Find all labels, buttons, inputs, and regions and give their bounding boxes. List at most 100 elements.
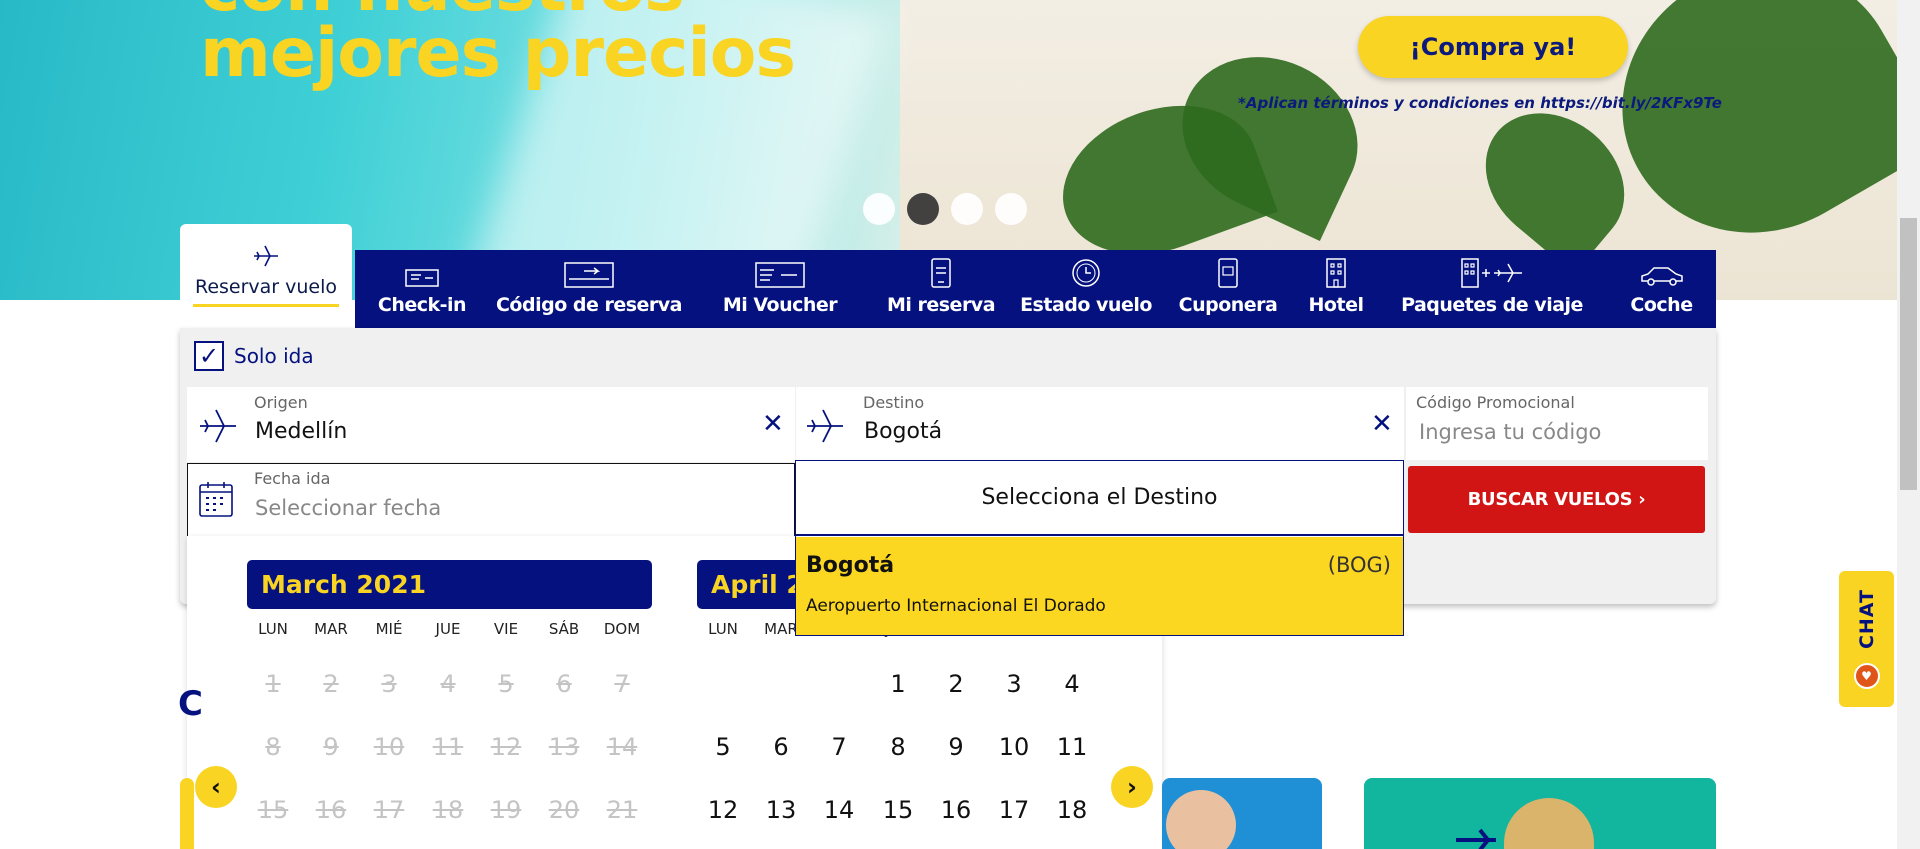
departure-date-field[interactable]: Fecha ida Seleccionar fecha xyxy=(187,463,795,538)
scrollbar-thumb[interactable] xyxy=(1900,218,1917,490)
tab-estado-vuelo[interactable]: Estado vuelo xyxy=(1011,250,1161,328)
calendar-day[interactable]: 10 xyxy=(990,733,1038,761)
calendar-day[interactable]: 2 xyxy=(932,670,980,698)
search-flights-button[interactable]: BUSCAR VUELOS › xyxy=(1408,466,1705,533)
calendar-icon xyxy=(199,482,233,517)
calendar-day[interactable]: 4 xyxy=(1048,670,1096,698)
calendar-day-disabled: 18 xyxy=(432,796,464,824)
solo-ida-checkbox[interactable]: ✓ xyxy=(194,341,224,371)
buy-now-button[interactable]: ¡Compra ya! xyxy=(1358,16,1628,78)
tab-label: Reservar vuelo xyxy=(194,276,338,298)
tab-codigo-reserva[interactable]: Código de reserva xyxy=(489,250,689,328)
calendar-day[interactable]: 9 xyxy=(932,733,980,761)
weekday-label: MIÉ xyxy=(375,620,403,638)
destination-field[interactable]: Destino Bogotá ✕ xyxy=(796,387,1404,460)
calendar-day[interactable]: 13 xyxy=(757,796,805,824)
voucher-icon xyxy=(755,262,805,288)
hotel-plus-plane-icon xyxy=(1461,258,1522,288)
calendar-day-disabled: 21 xyxy=(606,796,638,824)
calendar-day[interactable]: 1 xyxy=(874,670,922,698)
clear-origin-icon[interactable]: ✕ xyxy=(762,409,784,439)
promo-card-blue[interactable] xyxy=(1162,778,1322,849)
calendar-day-disabled: 14 xyxy=(606,733,638,761)
tab-check-in[interactable]: Check-in xyxy=(355,250,489,328)
calendar-day[interactable]: 18 xyxy=(1048,796,1096,824)
tab-label: Mi reserva xyxy=(886,294,996,316)
plane-icon xyxy=(807,409,843,443)
calendar-day[interactable]: 11 xyxy=(1048,733,1096,761)
carousel-dot[interactable] xyxy=(995,193,1027,225)
calendar-day-disabled: 11 xyxy=(432,733,464,761)
calendar-day-disabled: 12 xyxy=(490,733,522,761)
tab-paquetes-viaje[interactable]: Paquetes de viaje xyxy=(1377,250,1607,328)
calendar-day[interactable]: 7 xyxy=(815,733,863,761)
calendar-day[interactable]: 8 xyxy=(874,733,922,761)
destination-value: Bogotá xyxy=(864,419,943,444)
origin-value: Medellín xyxy=(255,419,348,444)
promo-code-input[interactable]: Ingresa tu código xyxy=(1419,420,1601,444)
destination-label: Destino xyxy=(863,393,925,412)
prev-month-button[interactable]: ‹ xyxy=(195,766,237,808)
section-heading: C xyxy=(178,684,203,724)
carousel-dot[interactable] xyxy=(863,193,895,225)
carousel-dot-active[interactable] xyxy=(907,193,939,225)
option-airport: Aeropuerto Internacional El Dorado xyxy=(806,596,1106,616)
promo-code-field[interactable]: Código Promocional Ingresa tu código xyxy=(1406,387,1708,460)
calendar-day[interactable]: 6 xyxy=(757,733,805,761)
calendar-day-disabled: 2 xyxy=(323,670,339,698)
origin-field[interactable]: Origen Medellín ✕ xyxy=(187,387,795,462)
weekday-label: LUN xyxy=(708,620,738,638)
calendar-day[interactable]: 16 xyxy=(932,796,980,824)
tab-label: Estado vuelo xyxy=(1020,294,1152,316)
tab-coche[interactable]: Coche xyxy=(1607,250,1716,328)
calendar-day[interactable]: 12 xyxy=(699,796,747,824)
month-header-march: March 2021 xyxy=(247,560,652,609)
destination-option-bogota[interactable]: Bogotá (BOG) Aeropuerto Internacional El… xyxy=(796,537,1403,635)
hero-title-line2: mejores precios xyxy=(200,14,796,93)
date-input[interactable]: Seleccionar fecha xyxy=(255,496,441,520)
plane-icon xyxy=(254,245,278,267)
calendar-day-disabled: 10 xyxy=(373,733,405,761)
tab-cuponera[interactable]: Cuponera xyxy=(1161,250,1295,328)
tab-label: Código de reserva xyxy=(495,294,683,316)
option-city: Bogotá xyxy=(806,553,895,578)
calendar-day[interactable]: 15 xyxy=(874,796,922,824)
date-label: Fecha ida xyxy=(254,469,331,488)
weekday-label: SÁB xyxy=(548,620,580,638)
tab-reservar-vuelo[interactable]: Reservar vuelo xyxy=(180,224,352,328)
weekday-label: VIE xyxy=(493,620,519,638)
promo-card-teal[interactable] xyxy=(1364,778,1716,849)
origin-label: Origen xyxy=(254,393,308,412)
tab-mi-voucher[interactable]: Mi Voucher xyxy=(689,250,871,328)
tab-label: Mi Voucher xyxy=(722,294,838,316)
dropdown-header: Selecciona el Destino xyxy=(796,461,1403,536)
tab-label: Check-in xyxy=(377,294,467,316)
tab-mi-reserva[interactable]: Mi reserva xyxy=(871,250,1011,328)
tab-hotel[interactable]: Hotel xyxy=(1295,250,1377,328)
carousel-dot[interactable] xyxy=(951,193,983,225)
next-month-button[interactable]: › xyxy=(1111,766,1153,808)
calendar-day-disabled: 6 xyxy=(556,670,572,698)
tab-label: Paquetes de viaje xyxy=(1401,294,1583,316)
promo-code-label: Código Promocional xyxy=(1416,393,1575,412)
solo-ida-option[interactable]: ✓ Solo ida xyxy=(194,341,314,371)
weekday-label: DOM xyxy=(603,620,641,638)
calendar-day[interactable]: 14 xyxy=(815,796,863,824)
calendar-day[interactable]: 3 xyxy=(990,670,1038,698)
coupon-phone-icon xyxy=(1218,258,1238,288)
tab-label: Cuponera xyxy=(1178,294,1278,316)
clear-destination-icon[interactable]: ✕ xyxy=(1371,409,1393,439)
tab-label: Coche xyxy=(1630,294,1693,316)
calendar-day-disabled: 3 xyxy=(381,670,397,698)
calendar-day-disabled: 15 xyxy=(257,796,289,824)
calendar-day-disabled: 5 xyxy=(498,670,514,698)
calendar-day[interactable]: 17 xyxy=(990,796,1038,824)
calendar-day[interactable]: 5 xyxy=(699,733,747,761)
chat-widget[interactable]: CHAT ♥ xyxy=(1839,571,1894,707)
weekday-label: JUE xyxy=(435,620,461,638)
hotel-icon xyxy=(1326,258,1346,288)
calendar-day-disabled: 9 xyxy=(323,733,339,761)
calendar-day-disabled: 20 xyxy=(548,796,580,824)
promo-card-edge[interactable] xyxy=(180,778,194,849)
plane-icon xyxy=(1456,828,1496,849)
